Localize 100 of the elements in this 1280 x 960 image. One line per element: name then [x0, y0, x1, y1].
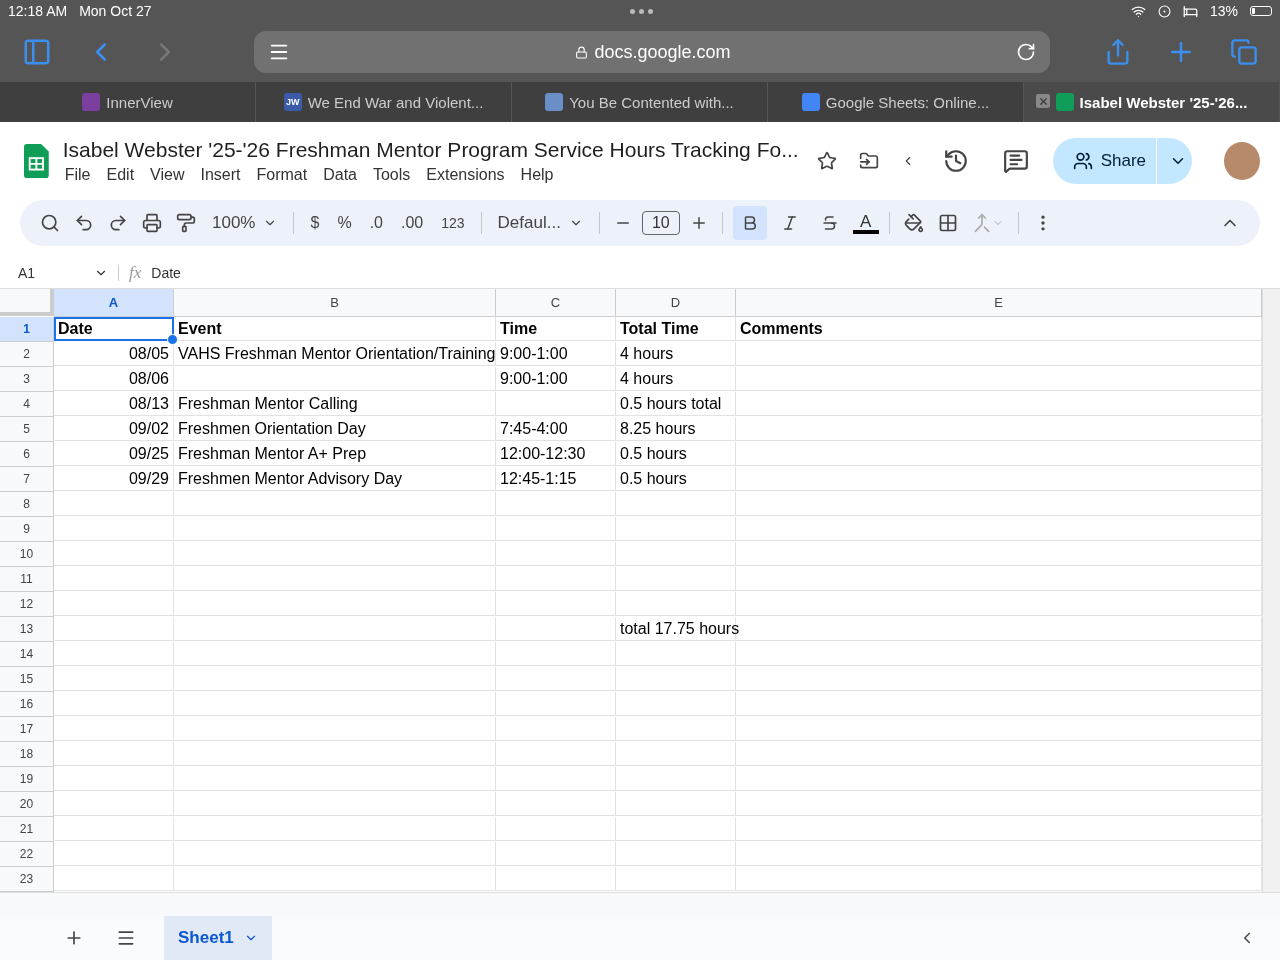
- table-cell[interactable]: 0.5 hours: [616, 467, 736, 491]
- row-header[interactable]: 16: [0, 692, 54, 717]
- column-header[interactable]: B: [174, 289, 496, 317]
- table-cell[interactable]: [174, 742, 496, 766]
- table-cell[interactable]: [736, 767, 1262, 791]
- number-format-button[interactable]: 123: [435, 211, 471, 235]
- table-cell[interactable]: [496, 717, 616, 741]
- menu-item[interactable]: Help: [512, 166, 562, 184]
- table-cell[interactable]: [174, 617, 496, 641]
- table-cell[interactable]: [736, 742, 1262, 766]
- table-cell[interactable]: [616, 742, 736, 766]
- document-title[interactable]: Isabel Webster '25-'26 Freshman Mentor Program Service Hours Tracking Fo...: [62, 138, 799, 162]
- table-cell[interactable]: 09/02: [54, 417, 174, 441]
- table-cell[interactable]: [54, 667, 174, 691]
- table-cell[interactable]: [174, 817, 496, 841]
- row-header[interactable]: 3: [0, 367, 54, 392]
- table-cell[interactable]: Comments: [736, 317, 1262, 341]
- table-cell[interactable]: [496, 742, 616, 766]
- table-cell[interactable]: 08/06: [54, 367, 174, 391]
- table-cell[interactable]: [736, 642, 1262, 666]
- table-cell[interactable]: [736, 517, 1262, 541]
- table-cell[interactable]: [496, 792, 616, 816]
- table-cell[interactable]: [736, 792, 1262, 816]
- table-cell[interactable]: 4 hours: [616, 342, 736, 366]
- active-cell[interactable]: Date: [54, 317, 174, 341]
- row-header[interactable]: 1: [0, 317, 54, 342]
- table-cell[interactable]: [174, 642, 496, 666]
- table-cell[interactable]: Event: [174, 317, 496, 341]
- table-cell[interactable]: [174, 367, 496, 391]
- table-cell[interactable]: [54, 567, 174, 591]
- table-cell[interactable]: [616, 517, 736, 541]
- row-header[interactable]: 7: [0, 467, 54, 492]
- table-cell[interactable]: 0.5 hours: [616, 442, 736, 466]
- table-cell[interactable]: [54, 717, 174, 741]
- row-header[interactable]: 22: [0, 842, 54, 867]
- table-cell[interactable]: [54, 492, 174, 516]
- table-cell[interactable]: [54, 867, 174, 891]
- table-cell[interactable]: [496, 817, 616, 841]
- table-cell[interactable]: [54, 517, 174, 541]
- address-bar[interactable]: docs.google.com: [254, 31, 1050, 73]
- table-cell[interactable]: [54, 817, 174, 841]
- table-cell[interactable]: [174, 792, 496, 816]
- browser-tab[interactable]: Isabel Webster '25-'26...: [1024, 82, 1280, 122]
- table-cell[interactable]: [736, 717, 1262, 741]
- table-cell[interactable]: [736, 417, 1262, 441]
- table-cell[interactable]: 12:45-1:15: [496, 467, 616, 491]
- table-cell[interactable]: [174, 867, 496, 891]
- row-header[interactable]: 9: [0, 517, 54, 542]
- table-cell[interactable]: [496, 867, 616, 891]
- table-cell[interactable]: [616, 792, 736, 816]
- sheets-logo-icon[interactable]: [24, 143, 49, 179]
- sidebar-icon[interactable]: [22, 37, 52, 67]
- table-cell[interactable]: [174, 667, 496, 691]
- row-header[interactable]: 10: [0, 542, 54, 567]
- table-cell[interactable]: Freshmen Mentor Advisory Day: [174, 467, 496, 491]
- decrease-decimal-button[interactable]: .0: [363, 210, 389, 236]
- avatar[interactable]: [1223, 142, 1260, 180]
- table-cell[interactable]: Freshman Mentor Calling: [174, 392, 496, 416]
- table-cell[interactable]: [736, 817, 1262, 841]
- row-header[interactable]: 23: [0, 867, 54, 892]
- table-cell[interactable]: [174, 767, 496, 791]
- table-cell[interactable]: [174, 692, 496, 716]
- table-cell[interactable]: [616, 592, 736, 616]
- table-cell[interactable]: 7:45-4:00: [496, 417, 616, 441]
- table-cell[interactable]: [54, 692, 174, 716]
- font-size-field[interactable]: 10: [641, 211, 680, 235]
- bold-icon[interactable]: [732, 206, 767, 240]
- table-cell[interactable]: 9:00-1:00: [496, 342, 616, 366]
- row-header[interactable]: 21: [0, 817, 54, 842]
- menu-item[interactable]: Data: [315, 166, 365, 184]
- table-cell[interactable]: [736, 342, 1262, 366]
- table-cell[interactable]: [54, 642, 174, 666]
- table-cell[interactable]: [736, 542, 1262, 566]
- table-cell[interactable]: [736, 592, 1262, 616]
- table-cell[interactable]: [616, 717, 736, 741]
- table-cell[interactable]: Freshmen Orientation Day: [174, 417, 496, 441]
- row-header[interactable]: 5: [0, 417, 54, 442]
- table-cell[interactable]: [496, 542, 616, 566]
- row-header[interactable]: 11: [0, 567, 54, 592]
- row-header[interactable]: 6: [0, 442, 54, 467]
- table-cell[interactable]: [496, 667, 616, 691]
- table-cell[interactable]: [616, 692, 736, 716]
- table-cell[interactable]: [736, 467, 1262, 491]
- reload-icon[interactable]: [1016, 42, 1036, 62]
- table-cell[interactable]: [616, 642, 736, 666]
- horizontal-scrollbar[interactable]: [0, 892, 1280, 916]
- row-header[interactable]: 2: [0, 342, 54, 367]
- text-color-button[interactable]: A: [852, 212, 879, 234]
- table-cell[interactable]: [174, 567, 496, 591]
- table-cell[interactable]: [496, 517, 616, 541]
- row-header[interactable]: 18: [0, 742, 54, 767]
- table-cell[interactable]: 08/05: [54, 342, 174, 366]
- table-cell[interactable]: 09/29: [54, 467, 174, 491]
- select-all-corner[interactable]: [0, 289, 54, 316]
- tabs-icon[interactable]: [1230, 38, 1258, 66]
- row-header[interactable]: 19: [0, 767, 54, 792]
- table-cell[interactable]: [174, 492, 496, 516]
- table-cell[interactable]: [54, 792, 174, 816]
- row-header[interactable]: 17: [0, 717, 54, 742]
- row-header[interactable]: 12: [0, 592, 54, 617]
